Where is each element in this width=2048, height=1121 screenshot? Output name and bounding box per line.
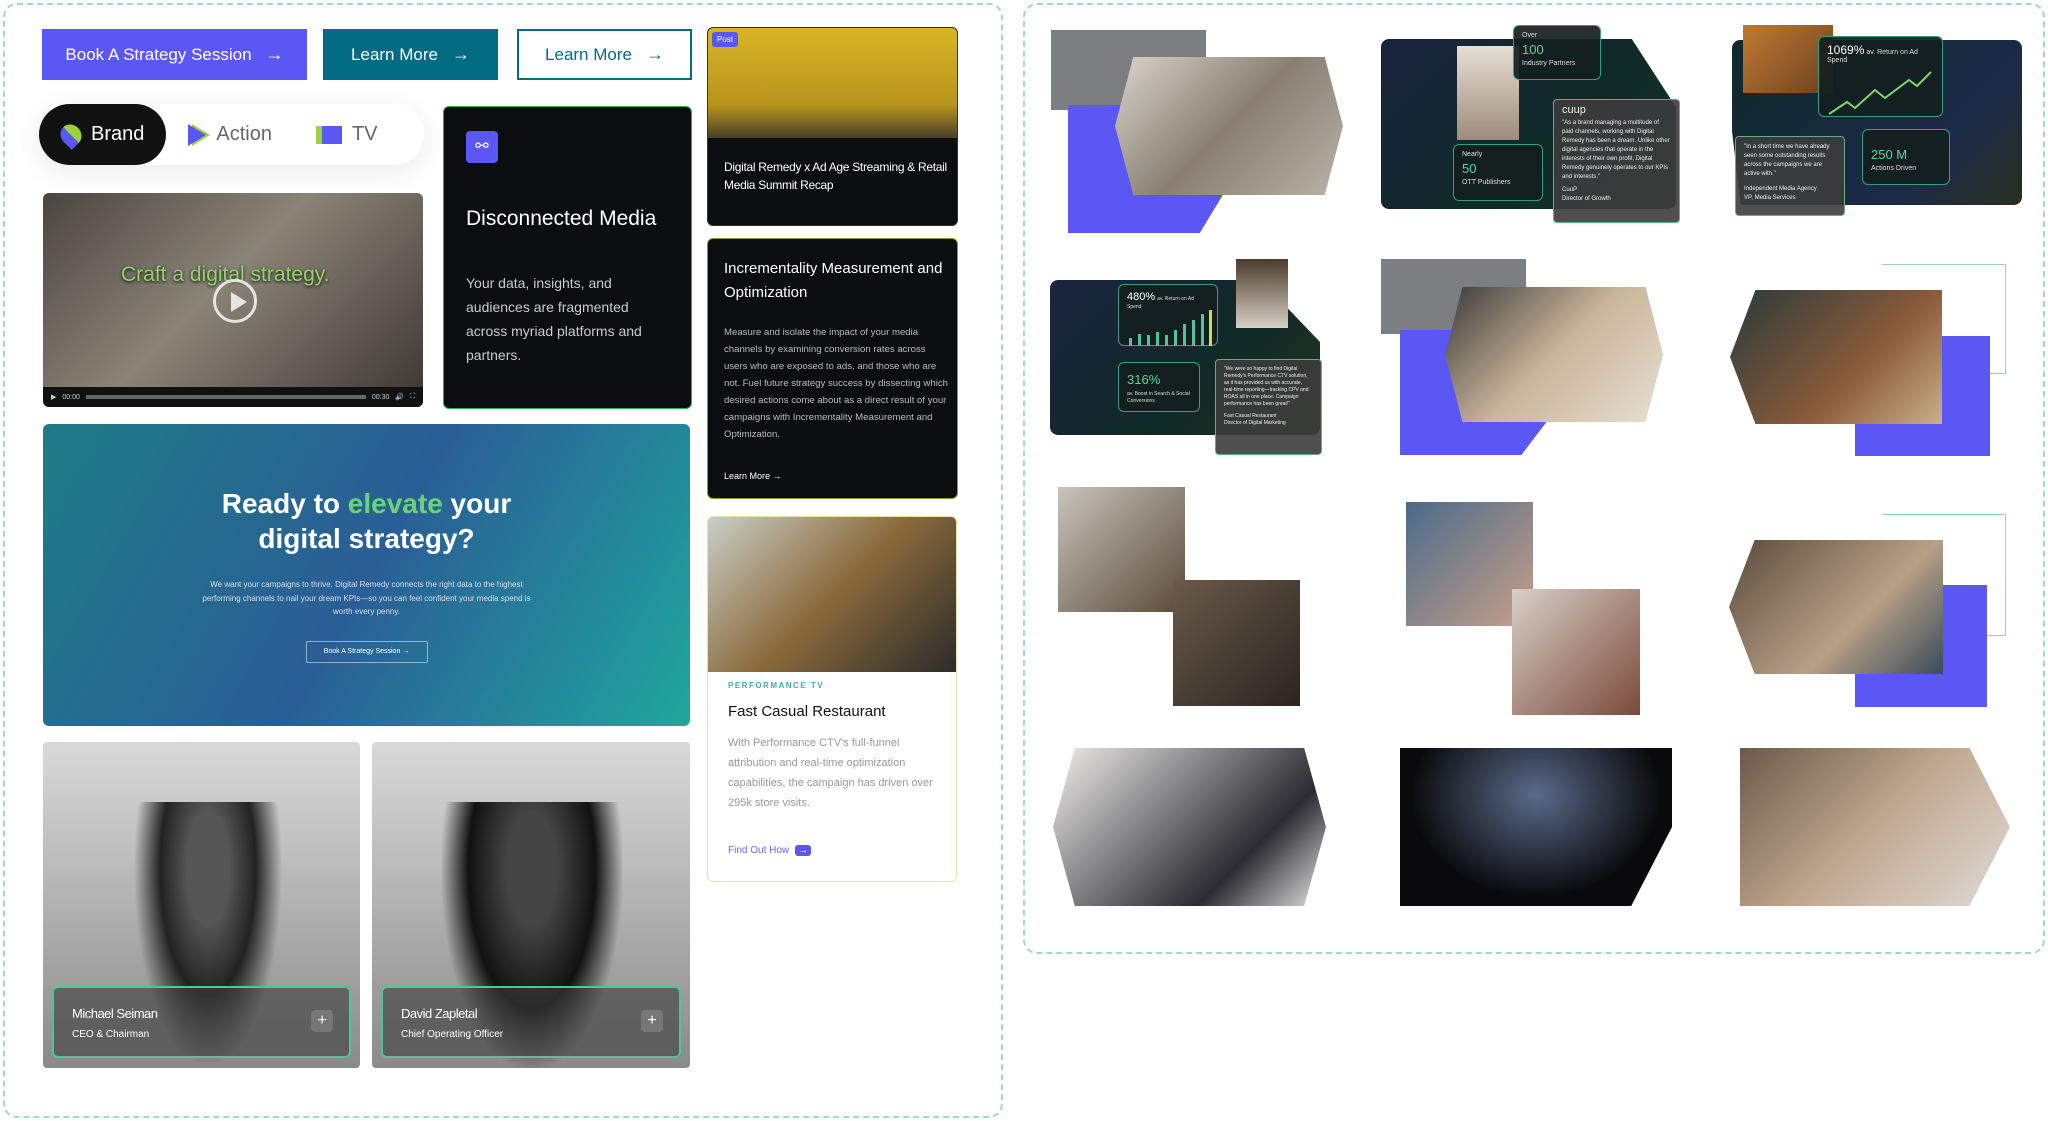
cta-title: Ready to elevate your digital strategy?: [221, 488, 512, 554]
learn-more-label: Learn More: [351, 44, 438, 64]
play-icon[interactable]: [213, 279, 257, 323]
video-player[interactable]: Craft a digital strategy. ▶ 00:00 00:30 🔊 ⛶: [43, 193, 423, 407]
case-eyebrow: PERFORMANCE TV: [728, 681, 825, 690]
team-laptop-photo: [1445, 287, 1663, 422]
person-name: Michael Seiman: [72, 1006, 158, 1021]
cafe-photo: [1058, 487, 1185, 612]
office-photo: [1115, 57, 1343, 195]
woman-cafe-photo: [1730, 290, 1942, 424]
arrow-right-icon: →: [265, 44, 284, 64]
arrow-right-icon: →: [451, 44, 470, 64]
disconnected-media-card: ⚯ Disconnected Media Your data, insights…: [443, 106, 692, 409]
plus-icon[interactable]: +: [311, 1010, 333, 1032]
stat-roas: 1069% av. Return on Ad Spend: [1818, 36, 1943, 117]
solution-tabs: Brand Action TV: [39, 104, 424, 165]
post-title: Digital Remedy x Ad Age Streaming & Reta…: [724, 160, 947, 192]
stat-publishers: Nearly 50 OTT Publishers: [1453, 144, 1543, 201]
cta-banner: Ready to elevate your digital strategy? …: [43, 424, 690, 726]
tab-label: TV: [351, 123, 378, 145]
book-strategy-button[interactable]: Book A Strategy Session →: [42, 29, 307, 80]
bar-growth-chart: [1129, 310, 1212, 346]
book-label: Book A Strategy Session: [65, 44, 252, 64]
card-title: Incrementality Measurement and Optimizat…: [724, 260, 943, 301]
incrementality-card: Incrementality Measurement and Optimizat…: [707, 238, 958, 499]
agency-quote: "In a short time we have already seen so…: [1735, 136, 1845, 216]
time-current: 00:00: [62, 393, 80, 401]
plus-icon[interactable]: +: [641, 1010, 663, 1032]
person-name: David Zapletal: [401, 1006, 478, 1021]
arrow-right-icon: →: [795, 845, 812, 856]
post-badge: Post: [712, 32, 739, 47]
tab-brand[interactable]: Brand: [39, 104, 167, 165]
volume-icon[interactable]: 🔊: [395, 393, 404, 401]
tab-label: Brand: [91, 123, 145, 145]
monitor-icon: [315, 125, 342, 144]
woman-photo: [1457, 46, 1519, 140]
learn-more-button[interactable]: Learn More →: [323, 29, 498, 80]
case-body: With Performance CTV's full-funnel attri…: [728, 737, 933, 809]
broken-link-icon: ⚯: [466, 131, 498, 163]
tab-label: Action: [216, 123, 272, 145]
post-card[interactable]: Post Digital Remedy x Ad Age Streaming &…: [707, 27, 958, 226]
person-role: CEO & Chairman: [72, 1029, 150, 1040]
learn-more-outline-button[interactable]: Learn More →: [517, 29, 692, 80]
card-body: Measure and isolate the impact of your m…: [724, 327, 948, 440]
learn-more-link[interactable]: Learn More →: [724, 471, 782, 481]
chef-photo: [1236, 259, 1288, 328]
laptop-woman-photo: [1512, 589, 1640, 715]
learn-more-label: Learn More: [545, 44, 632, 64]
play-chevron-icon: [188, 123, 207, 146]
person-card[interactable]: David Zapletal Chief Operating Officer +: [372, 742, 690, 1068]
stat-boost: 316% av. Boost in Search & Social Convers…: [1118, 362, 1200, 412]
person-info: David Zapletal Chief Operating Officer +: [381, 986, 681, 1058]
location-pin-icon: [56, 119, 86, 150]
card-body: Your data, insights, and audiences are f…: [466, 275, 642, 363]
link-label: Learn More: [724, 471, 771, 481]
card-title: Disconnected Media: [466, 207, 657, 230]
case-study-card[interactable]: PERFORMANCE TV Fast Casual Restaurant Wi…: [707, 516, 957, 882]
coworkers-photo: [1053, 748, 1326, 906]
time-total: 00:30: [371, 393, 390, 401]
progress-bar[interactable]: [85, 395, 366, 399]
video-controls: ▶ 00:00 00:30 🔊 ⛶: [43, 387, 423, 407]
tab-tv[interactable]: TV: [294, 104, 400, 165]
case-title: Fast Casual Restaurant: [728, 703, 886, 720]
tv-remote-photo: [1400, 748, 1672, 906]
hand-tablet-photo: [1740, 748, 2010, 906]
stat-actions: 250 M Actions Driven: [1862, 129, 1950, 185]
growth-line-chart: [1828, 71, 1932, 115]
friends-photo: [1173, 580, 1300, 706]
fullscreen-icon[interactable]: ⛶: [410, 393, 415, 401]
cta-book-button[interactable]: Book A Strategy Session →: [305, 640, 428, 663]
arrow-right-icon: →: [772, 471, 782, 481]
cta-body: We want your campaigns to thrive. Digita…: [202, 580, 531, 616]
arrow-right-icon: →: [645, 44, 664, 64]
find-out-how-link[interactable]: Find Out How →: [728, 845, 812, 856]
restaurant-quote: "We were so happy to find Digital Remedy…: [1215, 359, 1322, 455]
person-role: Chief Operating Officer: [401, 1029, 504, 1040]
event-photo: [708, 28, 957, 138]
play-small-icon[interactable]: ▶: [51, 393, 56, 401]
food-photo: [708, 517, 956, 672]
stat-partners: Over 100 Industry Partners: [1513, 25, 1601, 80]
cuup-quote: cuup "As a brand managing a multitude of …: [1553, 99, 1680, 223]
friends-pizza-photo: [1729, 540, 1943, 674]
stat-roas: 480% av. Return on Ad Spend: [1118, 284, 1218, 346]
cuup-logo: cuup: [1562, 104, 1586, 116]
person-card[interactable]: Michael Seiman CEO & Chairman +: [43, 742, 360, 1068]
person-info: Michael Seiman CEO & Chairman +: [52, 986, 351, 1058]
tab-action[interactable]: Action: [166, 104, 294, 165]
